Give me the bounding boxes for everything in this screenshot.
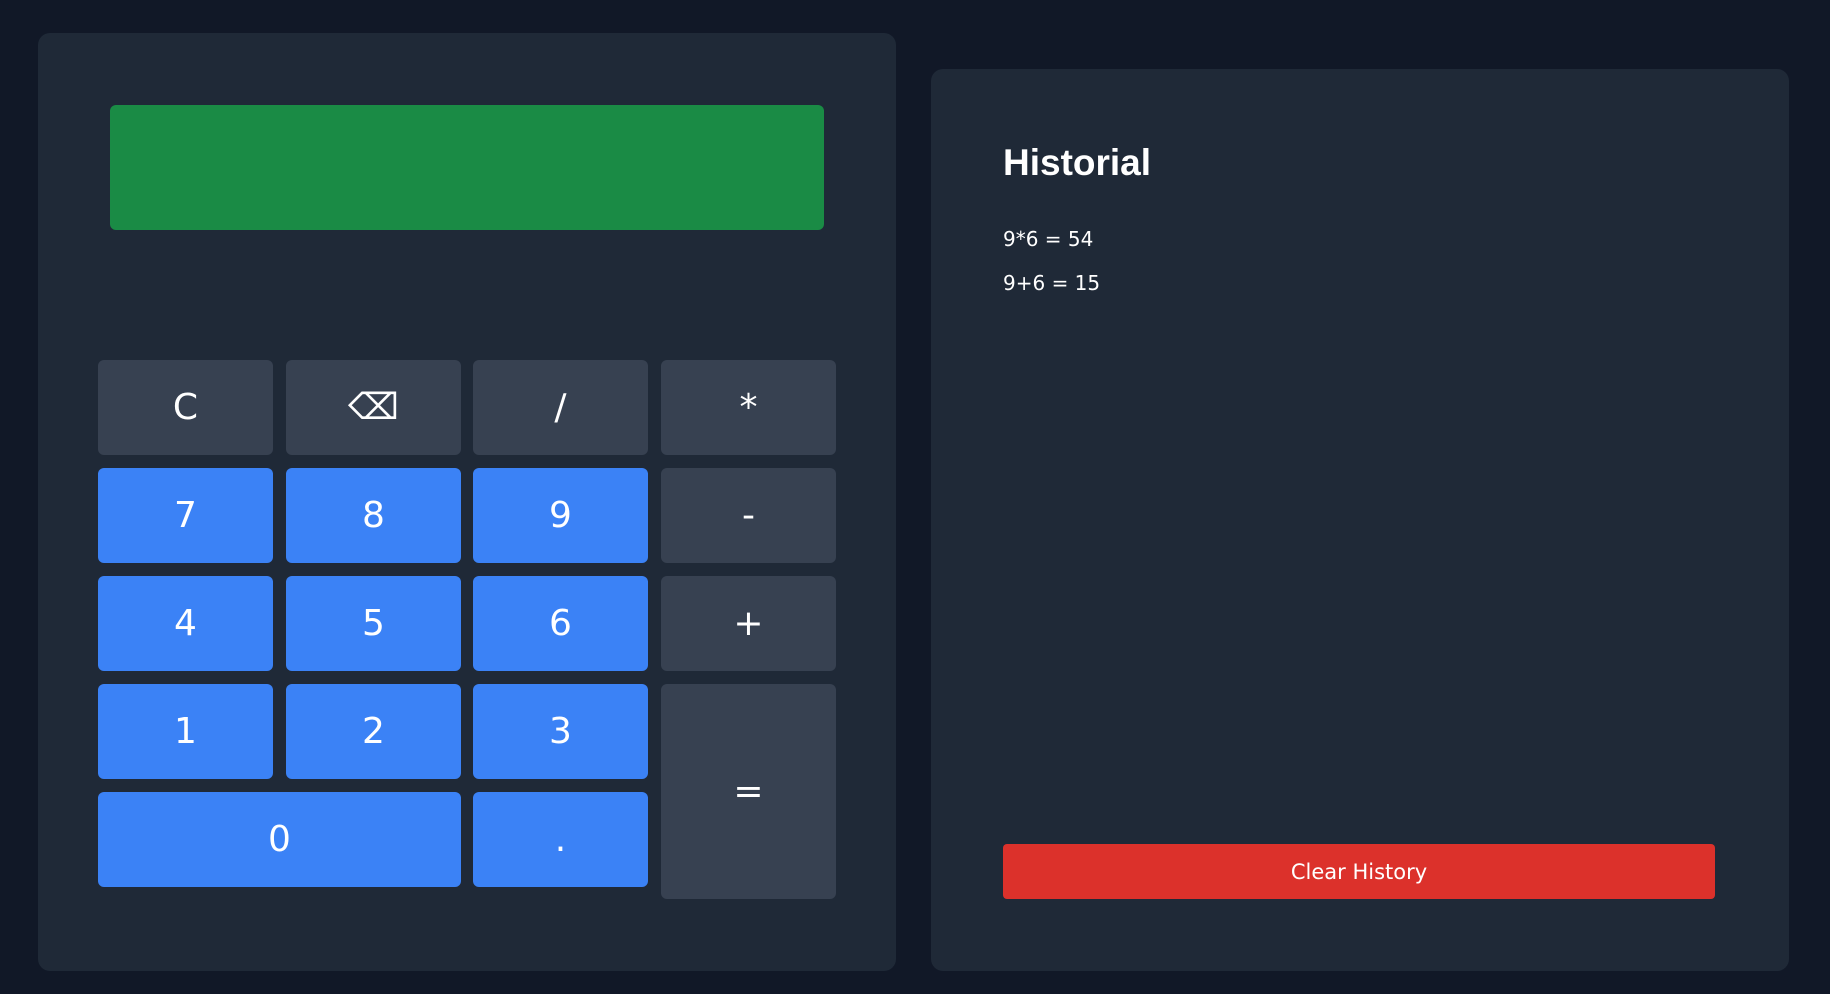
history-panel: Historial 9*6 = 54 9+6 = 15 Clear Histor… xyxy=(931,69,1789,971)
digit-7-button[interactable]: 7 xyxy=(98,468,273,563)
digit-1-button[interactable]: 1 xyxy=(98,684,273,779)
backspace-button[interactable]: ⌫ xyxy=(286,360,461,455)
calculator-panel: C ⌫ / * 7 8 9 - 4 5 6 + 1 2 3 = 0 . xyxy=(38,33,896,971)
multiply-button[interactable]: * xyxy=(661,360,836,455)
calculator-display xyxy=(110,105,824,230)
history-entry: 9*6 = 54 xyxy=(1003,227,1094,251)
digit-0-button[interactable]: 0 xyxy=(98,792,461,887)
equals-button[interactable]: = xyxy=(661,684,836,899)
history-entry: 9+6 = 15 xyxy=(1003,271,1101,295)
divide-button[interactable]: / xyxy=(473,360,648,455)
digit-2-button[interactable]: 2 xyxy=(286,684,461,779)
digit-6-button[interactable]: 6 xyxy=(473,576,648,671)
decimal-button[interactable]: . xyxy=(473,792,648,887)
digit-4-button[interactable]: 4 xyxy=(98,576,273,671)
digit-9-button[interactable]: 9 xyxy=(473,468,648,563)
clear-history-button[interactable]: Clear History xyxy=(1003,844,1715,899)
add-button[interactable]: + xyxy=(661,576,836,671)
digit-5-button[interactable]: 5 xyxy=(286,576,461,671)
subtract-button[interactable]: - xyxy=(661,468,836,563)
digit-3-button[interactable]: 3 xyxy=(473,684,648,779)
history-list: 9*6 = 54 9+6 = 15 xyxy=(1003,227,1100,315)
digit-8-button[interactable]: 8 xyxy=(286,468,461,563)
clear-button[interactable]: C xyxy=(98,360,273,455)
history-title: Historial xyxy=(1003,142,1152,183)
